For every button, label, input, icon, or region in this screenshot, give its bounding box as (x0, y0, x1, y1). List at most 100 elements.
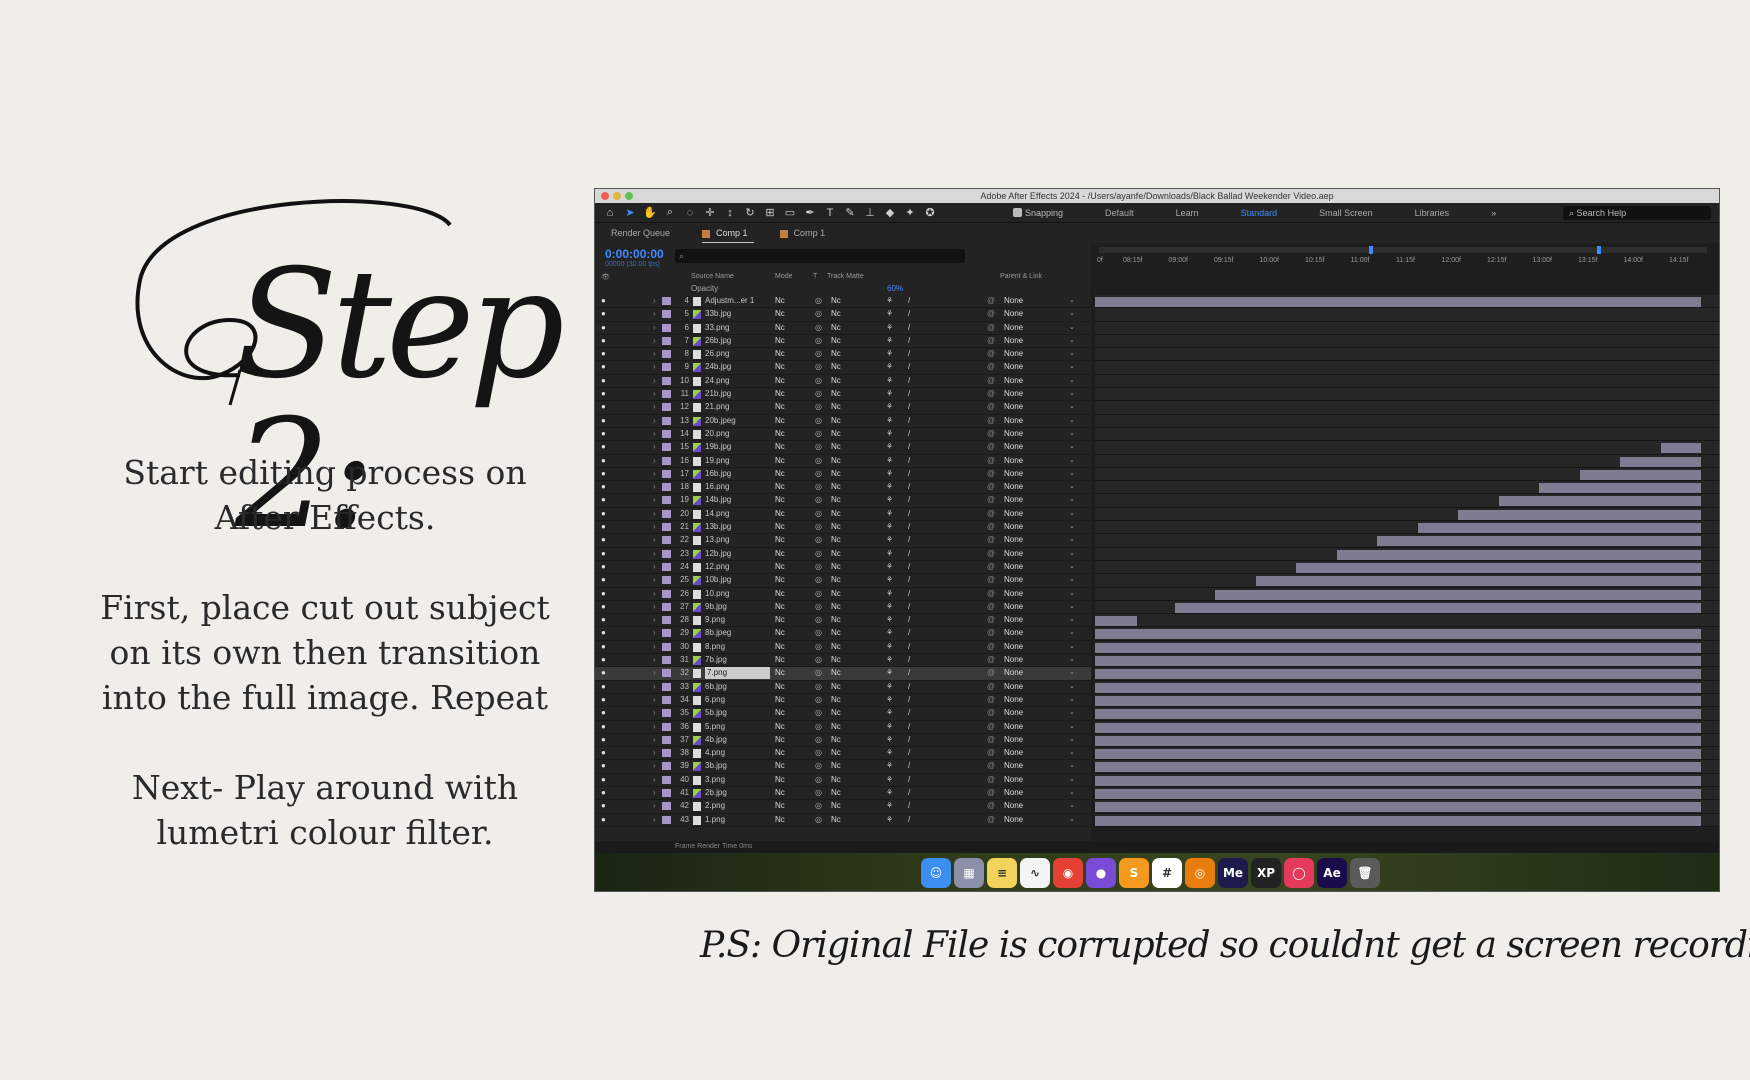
track-matte-link-icon[interactable]: ◎ (815, 707, 822, 719)
media-encoder-icon[interactable]: Me (1218, 858, 1248, 888)
visibility-eye-icon[interactable]: ● (601, 601, 606, 613)
parent-select[interactable]: None (1004, 774, 1023, 786)
visibility-eye-icon[interactable]: ● (601, 441, 606, 453)
roto-brush-icon[interactable]: ✦ (903, 206, 917, 220)
track-matte-select[interactable]: Nc (831, 521, 841, 533)
shy-switch-icon[interactable]: ⚘ (886, 721, 893, 733)
parent-pickwhip-icon[interactable]: @ (987, 455, 995, 467)
label-color-swatch[interactable] (662, 788, 671, 797)
layer-duration-bar[interactable] (1095, 788, 1701, 799)
track-matte-link-icon[interactable]: ◎ (815, 654, 822, 666)
shy-switch-icon[interactable]: ⚘ (886, 627, 893, 639)
layer-duration-bar[interactable] (1095, 749, 1701, 760)
shy-switch-icon[interactable]: ⚘ (886, 335, 893, 347)
layer-row[interactable]: ● › 24 12.png Nc ◎ Nc ⚘ / @ None ⌄ (595, 561, 1091, 575)
layer-mode-select[interactable]: Nc (775, 814, 785, 826)
track-matte-select[interactable]: Nc (831, 348, 841, 360)
chevron-down-icon[interactable]: ⌄ (1069, 760, 1075, 772)
visibility-eye-icon[interactable]: ● (601, 641, 606, 653)
shy-switch-icon[interactable]: ⚘ (886, 401, 893, 413)
track-matte-select[interactable]: Nc (831, 415, 841, 427)
visibility-eye-icon[interactable]: ● (601, 415, 606, 427)
track-matte-link-icon[interactable]: ◎ (815, 574, 822, 586)
visibility-eye-icon[interactable]: ● (601, 734, 606, 746)
chevron-down-icon[interactable]: ⌄ (1069, 707, 1075, 719)
expand-chevron-icon[interactable]: › (653, 588, 656, 600)
layer-mode-select[interactable]: Nc (775, 694, 785, 706)
shy-switch-icon[interactable]: ⚘ (886, 641, 893, 653)
layer-duration-bar[interactable] (1095, 815, 1701, 826)
quality-switch-icon[interactable]: / (908, 361, 910, 373)
pan-tool-icon[interactable]: ✛ (703, 206, 717, 220)
chevron-down-icon[interactable]: ⌄ (1069, 694, 1075, 706)
parent-pickwhip-icon[interactable]: @ (987, 681, 995, 693)
visibility-eye-icon[interactable]: ● (601, 308, 606, 320)
layer-name[interactable]: 19b.jpg (705, 441, 770, 453)
track-matte-select[interactable]: Nc (831, 747, 841, 759)
parent-pickwhip-icon[interactable]: @ (987, 814, 995, 826)
expand-chevron-icon[interactable]: › (653, 455, 656, 467)
shy-switch-icon[interactable]: ⚘ (886, 561, 893, 573)
layer-mode-select[interactable]: Nc (775, 667, 785, 679)
layer-name[interactable]: 6.png (705, 694, 770, 706)
layer-name[interactable]: 14b.jpg (705, 494, 770, 506)
col-t[interactable]: T (813, 273, 817, 280)
parent-pickwhip-icon[interactable]: @ (987, 760, 995, 772)
quality-switch-icon[interactable]: / (908, 521, 910, 533)
visibility-eye-icon[interactable]: ● (601, 574, 606, 586)
parent-pickwhip-icon[interactable]: @ (987, 800, 995, 812)
quality-switch-icon[interactable]: / (908, 401, 910, 413)
shy-switch-icon[interactable]: ⚘ (886, 295, 893, 307)
layer-mode-select[interactable]: Nc (775, 322, 785, 334)
label-color-swatch[interactable] (662, 682, 671, 691)
layer-row[interactable]: ● › 32 7.png Nc ◎ Nc ⚘ / @ None ⌄ (595, 667, 1091, 681)
label-color-swatch[interactable] (662, 363, 671, 372)
track-matte-link-icon[interactable]: ◎ (815, 481, 822, 493)
quality-switch-icon[interactable]: / (908, 508, 910, 520)
expand-chevron-icon[interactable]: › (653, 534, 656, 546)
visibility-eye-icon[interactable]: ● (601, 428, 606, 440)
label-color-swatch[interactable] (662, 695, 671, 704)
parent-pickwhip-icon[interactable]: @ (987, 295, 995, 307)
label-color-swatch[interactable] (662, 469, 671, 478)
track-matte-link-icon[interactable]: ◎ (815, 601, 822, 613)
quality-switch-icon[interactable]: / (908, 614, 910, 626)
label-color-swatch[interactable] (662, 642, 671, 651)
layer-duration-bar[interactable] (1498, 496, 1701, 507)
label-color-swatch[interactable] (662, 429, 671, 438)
layer-duration-bar[interactable] (1377, 536, 1701, 547)
layer-row[interactable]: ● › 20 14.png Nc ◎ Nc ⚘ / @ None ⌄ (595, 508, 1091, 522)
layer-duration-bar[interactable] (1095, 656, 1701, 667)
parent-pickwhip-icon[interactable]: @ (987, 774, 995, 786)
zoom-tool-icon[interactable]: ⌕ (663, 206, 677, 220)
visibility-eye-icon[interactable]: ● (601, 548, 606, 560)
parent-pickwhip-icon[interactable]: @ (987, 721, 995, 733)
chevron-down-icon[interactable]: ⌄ (1069, 441, 1075, 453)
label-color-swatch[interactable] (662, 323, 671, 332)
parent-pickwhip-icon[interactable]: @ (987, 441, 995, 453)
track-matte-link-icon[interactable]: ◎ (815, 508, 822, 520)
track-matte-link-icon[interactable]: ◎ (815, 415, 822, 427)
layer-name[interactable]: 6b.jpg (705, 681, 770, 693)
layer-mode-select[interactable]: Nc (775, 641, 785, 653)
close-window-button[interactable] (601, 192, 609, 200)
visibility-eye-icon[interactable]: ● (601, 388, 606, 400)
layer-mode-select[interactable]: Nc (775, 308, 785, 320)
layer-duration-bar[interactable] (1458, 509, 1701, 520)
expand-chevron-icon[interactable]: › (653, 361, 656, 373)
layer-row[interactable]: ● › 26 10.png Nc ◎ Nc ⚘ / @ None ⌄ (595, 588, 1091, 601)
col-mode[interactable]: Mode (775, 273, 793, 280)
layer-row[interactable]: ● › 5 33b.jpg Nc ◎ Nc ⚘ / @ None ⌄ (595, 308, 1091, 322)
layer-row[interactable]: ● › 43 1.png Nc ◎ Nc ⚘ / @ None ⌄ (595, 814, 1091, 827)
parent-select[interactable]: None (1004, 654, 1023, 666)
blender-icon[interactable]: ◎ (1185, 858, 1215, 888)
parent-select[interactable]: None (1004, 428, 1023, 440)
label-color-swatch[interactable] (662, 669, 671, 678)
expand-chevron-icon[interactable]: › (653, 734, 656, 746)
parent-pickwhip-icon[interactable]: @ (987, 308, 995, 320)
visibility-eye-icon[interactable]: ● (601, 455, 606, 467)
expand-chevron-icon[interactable]: › (653, 787, 656, 799)
layer-mode-select[interactable]: Nc (775, 627, 785, 639)
chevron-down-icon[interactable]: ⌄ (1069, 481, 1075, 493)
chevron-down-icon[interactable]: ⌄ (1069, 335, 1075, 347)
